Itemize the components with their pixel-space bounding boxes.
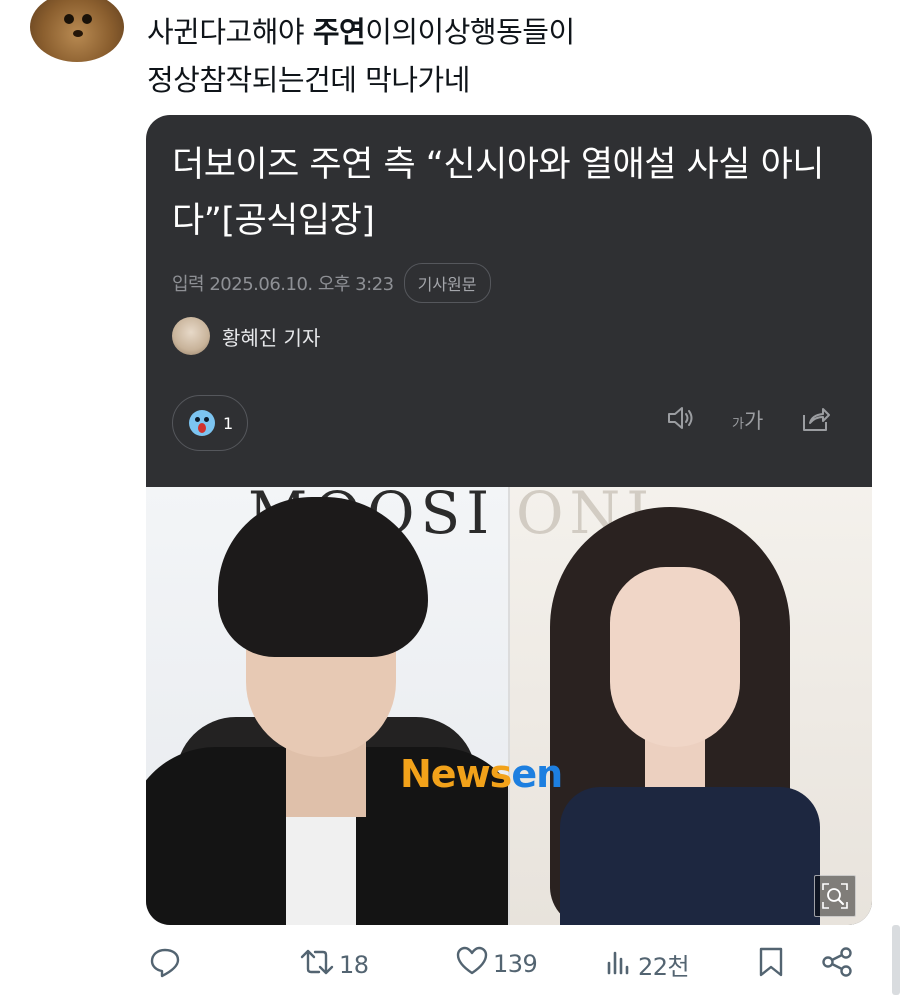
avatar-nose [73, 30, 83, 37]
tweet-text-part2: 이의이상행동들이 [365, 15, 575, 49]
bookmark-icon [756, 945, 786, 985]
tweet-text-bold: 주연 [312, 15, 366, 49]
tweet-text-part1: 사귄다고해야 [147, 15, 313, 49]
article-meta: 입력 2025.06.10. 오후 3:23 기사원문 [172, 263, 491, 303]
photo-left[interactable]: MOOSI [146, 487, 508, 925]
article-headline[interactable]: 더보이즈 주연 측 “신시아와 열애설 사실 아니다”[공식입장] [172, 137, 862, 249]
tweet-text-line2: 정상참작되는건데 막나가네 [147, 63, 470, 97]
surprised-emoji-icon [189, 410, 215, 436]
reporter-avatar [172, 317, 210, 355]
bookmark-button[interactable] [756, 945, 786, 985]
original-article-button[interactable]: 기사원문 [403, 263, 491, 303]
font-size-button[interactable]: 가가 [732, 405, 763, 435]
views-icon [604, 945, 634, 983]
reaction-count: 1 [223, 413, 234, 433]
tweet-text: 사귄다고해야 주연이의이상행동들이 정상참작되는건데 막나가네 [147, 8, 867, 104]
newsen-watermark: Newsen [400, 752, 563, 796]
user-avatar[interactable] [30, 0, 124, 62]
reply-button[interactable] [148, 945, 182, 985]
views-count: 22천 [638, 952, 690, 981]
watermark-part2: en [511, 752, 563, 796]
retweet-icon [299, 945, 335, 985]
watermark-part1: News [400, 752, 512, 796]
retweet-button[interactable]: 18 [299, 945, 369, 985]
scrollbar[interactable] [892, 925, 900, 995]
avatar-eye-left [64, 14, 74, 24]
like-count: 139 [493, 950, 538, 978]
photo-right[interactable]: ONI [510, 487, 872, 925]
reaction-button[interactable]: 1 [172, 395, 248, 451]
like-button[interactable]: 139 [455, 945, 538, 983]
reply-icon [148, 945, 182, 985]
speaker-icon[interactable] [666, 405, 696, 435]
share-icon [820, 945, 854, 985]
article-date: 입력 2025.06.10. 오후 3:23 [172, 274, 394, 295]
avatar-eye-right [82, 14, 92, 24]
views-button[interactable]: 22천 [604, 945, 690, 983]
woman-face [610, 567, 740, 747]
heart-icon [455, 945, 489, 983]
font-size-small-label: 가 [732, 417, 744, 432]
share-button[interactable] [820, 945, 854, 985]
woman-top [560, 787, 820, 925]
retweet-count: 18 [339, 951, 369, 979]
man-shirt [286, 817, 356, 925]
zoom-icon[interactable] [814, 875, 856, 917]
article-card[interactable]: 더보이즈 주연 측 “신시아와 열애설 사실 아니다”[공식입장] 입력 202… [146, 115, 872, 925]
reporter[interactable]: 황혜진 기자 [172, 317, 320, 355]
font-size-large-label: 가 [743, 409, 764, 433]
share-out-icon[interactable] [801, 405, 831, 437]
tweet-actions: 18 139 22천 [0, 945, 900, 995]
reporter-name: 황혜진 기자 [222, 325, 321, 350]
